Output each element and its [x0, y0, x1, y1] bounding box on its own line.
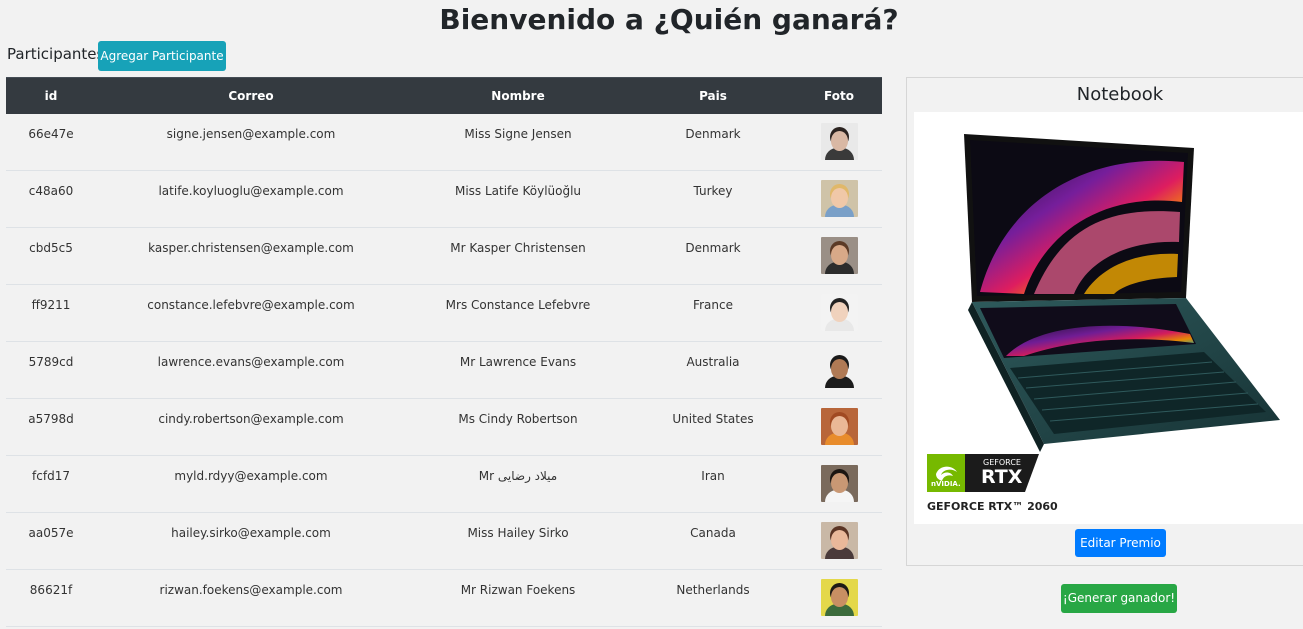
- cell-name: Miss Signe Jensen: [406, 113, 630, 171]
- cell-name: Miss Latife Köylüoğlu: [406, 170, 630, 228]
- cell-photo: [796, 455, 882, 513]
- cell-email: lawrence.evans@example.com: [96, 341, 406, 399]
- cell-country: Canada: [630, 512, 796, 570]
- cell-country: Denmark: [630, 227, 796, 285]
- cell-name: Ms Cindy Robertson: [406, 398, 630, 456]
- cell-email: hailey.sirko@example.com: [96, 512, 406, 570]
- badge-line2: RTX: [981, 466, 1023, 488]
- table-row: a5798d cindy.robertson@example.com Ms Cind…: [6, 398, 882, 456]
- rtx-badge: nVIDIA. GEFORCE RTX: [927, 454, 1039, 496]
- cell-country: Iran: [630, 455, 796, 513]
- cell-name: Mr Rizwan Foekens: [406, 569, 630, 627]
- cell-country: United States: [630, 398, 796, 456]
- cell-photo: [796, 341, 882, 399]
- table-row: 5789cd lawrence.evans@example.com Mr Lawre…: [6, 341, 882, 399]
- page-title: Bienvenido a ¿Quién ganará?: [439, 3, 899, 36]
- cell-photo: [796, 398, 882, 456]
- column-header-name[interactable]: Nombre: [406, 77, 630, 114]
- cell-photo: [796, 170, 882, 228]
- participant-avatar: [820, 237, 858, 274]
- table-row: aa057e hailey.sirko@example.com Miss Haile…: [6, 512, 882, 570]
- cell-id: a5798d: [6, 398, 96, 456]
- cell-email: constance.lefebvre@example.com: [96, 284, 406, 342]
- table-header-row: id Correo Nombre Pais Foto: [6, 77, 882, 114]
- participant-avatar: [820, 579, 858, 616]
- participants-table: id Correo Nombre Pais Foto 66e47e signe.j…: [6, 77, 882, 627]
- cell-email: kasper.christensen@example.com: [96, 227, 406, 285]
- cell-id: fcfd17: [6, 455, 96, 513]
- table-row: 66e47e signe.jensen@example.com Miss Signe…: [6, 113, 882, 171]
- column-header-country[interactable]: Pais: [630, 77, 796, 114]
- column-header-id[interactable]: id: [6, 77, 96, 114]
- cell-id: c48a60: [6, 170, 96, 228]
- cell-id: ff9211: [6, 284, 96, 342]
- rtx-caption: GEFORCE RTX™ 2060: [927, 500, 1058, 513]
- cell-photo: [796, 113, 882, 171]
- participant-avatar: [820, 294, 858, 331]
- column-header-photo[interactable]: Foto: [796, 77, 882, 114]
- prize-image: nVIDIA. GEFORCE RTX GEFORCE RTX™ 2060: [914, 112, 1303, 524]
- edit-prize-button[interactable]: Editar Premio: [1075, 529, 1166, 557]
- cell-name: Miss Hailey Sirko: [406, 512, 630, 570]
- prize-title: Notebook: [1076, 84, 1164, 105]
- cell-country: Australia: [630, 341, 796, 399]
- participants-label: Participantes: [7, 45, 105, 63]
- cell-photo: [796, 227, 882, 285]
- participant-avatar: [820, 351, 858, 388]
- cell-id: aa057e: [6, 512, 96, 570]
- cell-photo: [796, 284, 882, 342]
- cell-name: Mr Kasper Christensen: [406, 227, 630, 285]
- participants-table-body: 66e47e signe.jensen@example.com Miss Signe…: [6, 113, 882, 627]
- table-row: ff9211 constance.lefebvre@example.com Mrs …: [6, 284, 882, 342]
- cell-name: Mrs Constance Lefebvre: [406, 284, 630, 342]
- table-row: 86621f rizwan.foekens@example.com Mr Rizwa…: [6, 569, 882, 627]
- participant-avatar: [820, 180, 858, 217]
- participant-avatar: [820, 408, 858, 445]
- cell-name: Mr Lawrence Evans: [406, 341, 630, 399]
- cell-photo: [796, 569, 882, 627]
- cell-photo: [796, 512, 882, 570]
- cell-email: cindy.robertson@example.com: [96, 398, 406, 456]
- cell-email: latife.koyluoglu@example.com: [96, 170, 406, 228]
- participant-avatar: [820, 122, 858, 160]
- cell-id: cbd5c5: [6, 227, 96, 285]
- cell-id: 86621f: [6, 569, 96, 627]
- cell-id: 66e47e: [6, 113, 96, 171]
- cell-email: rizwan.foekens@example.com: [96, 569, 406, 627]
- table-row: fcfd17 myld.rdyy@example.com Mr میلاد رضای…: [6, 455, 882, 513]
- add-participant-button[interactable]: Agregar Participante: [98, 41, 226, 71]
- participant-avatar: [820, 522, 858, 559]
- nvidia-brand: nVIDIA.: [931, 480, 961, 488]
- table-row: cbd5c5 kasper.christensen@example.com Mr K…: [6, 227, 882, 285]
- participant-avatar: [820, 465, 858, 502]
- cell-name: Mr میلاد رضایی: [406, 455, 630, 513]
- column-header-email[interactable]: Correo: [96, 77, 406, 114]
- prize-card: Notebook nVIDIA. GEFORCE RTX GEFORCE RTX…: [906, 77, 1303, 566]
- generate-winner-button[interactable]: ¡Generar ganador!: [1061, 584, 1177, 613]
- cell-id: 5789cd: [6, 341, 96, 399]
- cell-email: signe.jensen@example.com: [96, 113, 406, 171]
- cell-email: myld.rdyy@example.com: [96, 455, 406, 513]
- cell-country: Turkey: [630, 170, 796, 228]
- table-row: c48a60 latife.koyluoglu@example.com Miss L…: [6, 170, 882, 228]
- cell-country: Netherlands: [630, 569, 796, 627]
- cell-country: France: [630, 284, 796, 342]
- cell-country: Denmark: [630, 113, 796, 171]
